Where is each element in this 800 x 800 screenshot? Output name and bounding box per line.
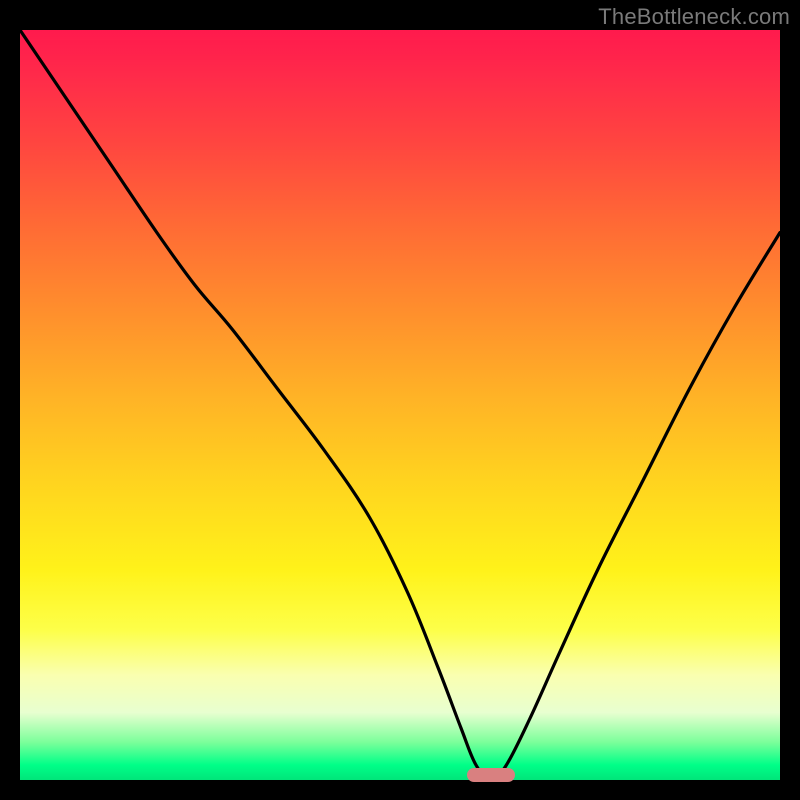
credit-watermark: TheBottleneck.com (598, 4, 790, 30)
chart-frame: TheBottleneck.com (0, 0, 800, 800)
bottleneck-curve (20, 30, 780, 780)
minimum-marker (467, 768, 515, 782)
plot-area (20, 30, 780, 780)
